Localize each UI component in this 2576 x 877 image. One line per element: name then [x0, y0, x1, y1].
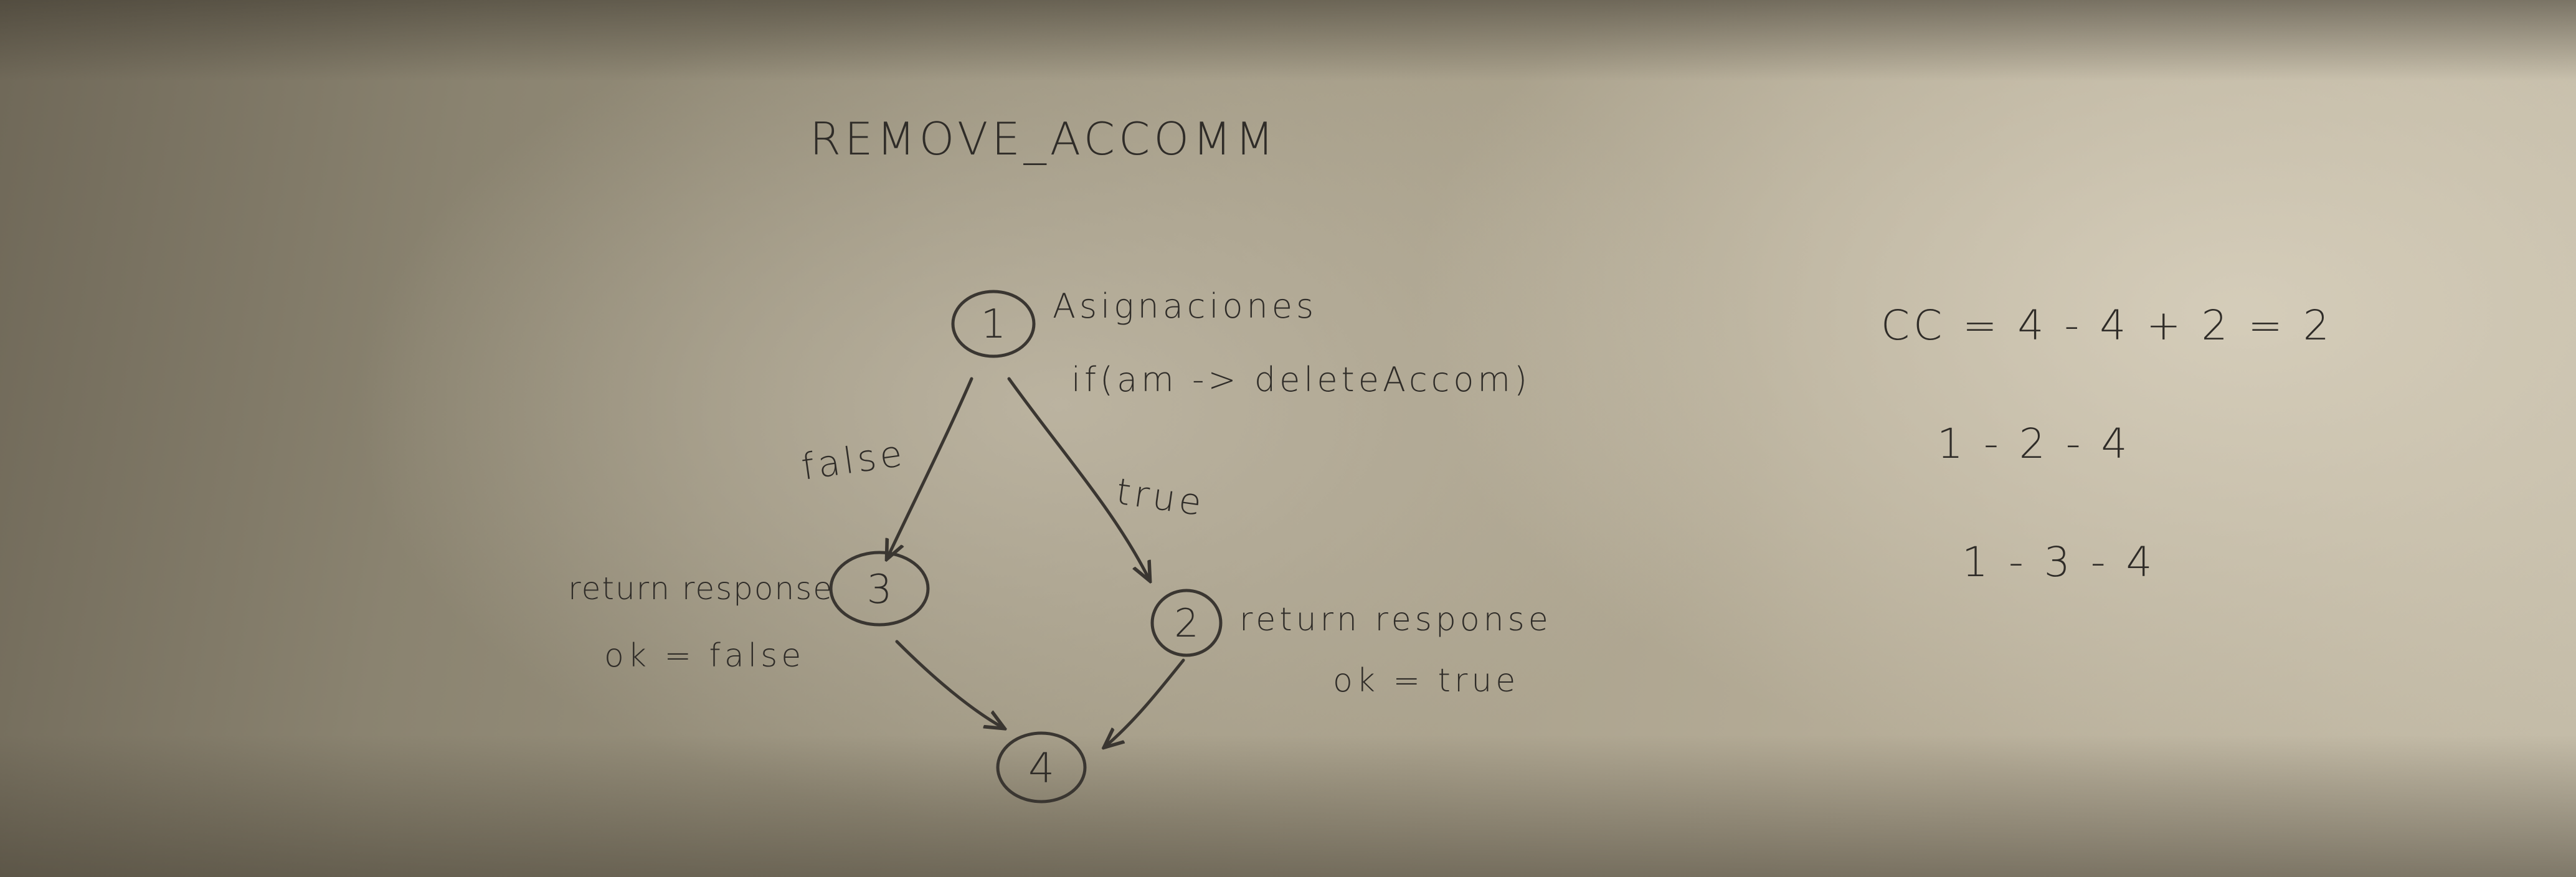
node-1: 1 Asignaciones if(am -> deleteAccom): [951, 287, 1531, 399]
edge-label-true: true: [1114, 470, 1208, 524]
node-1-line-2: if(am -> deleteAccom): [1071, 360, 1531, 399]
node-3-line-1: return response: [568, 571, 833, 607]
node-4: 4: [996, 731, 1087, 804]
node-2-line-1: return response: [1239, 601, 1552, 638]
control-flow-diagram: REMOVE_ACCOMM false true 1 Asignaciones …: [568, 113, 2333, 804]
path-1: 1 - 2 - 4: [1937, 420, 2131, 468]
node-1-line-1: Asignaciones: [1053, 287, 1317, 326]
node-2: 2 return response ok = true: [1150, 589, 1552, 699]
edge-3-to-4: [895, 640, 1003, 728]
edge-2-to-4: [1106, 658, 1185, 746]
node-1-id: 1: [981, 301, 1006, 348]
path-2: 1 - 3 - 4: [1962, 538, 2156, 586]
node-3: 3 return response ok = false: [568, 551, 930, 675]
node-3-line-2: ok = false: [604, 637, 805, 675]
diagram-title: REMOVE_ACCOMM: [810, 113, 1277, 165]
node-3-id: 3: [867, 567, 893, 613]
node-2-line-2: ok = true: [1333, 662, 1519, 699]
node-4-id: 4: [1028, 744, 1054, 792]
complexity-formula: CC = 4 - 4 + 2 = 2: [1881, 301, 2333, 349]
edge-label-false: false: [798, 432, 908, 488]
node-2-id: 2: [1174, 600, 1198, 646]
